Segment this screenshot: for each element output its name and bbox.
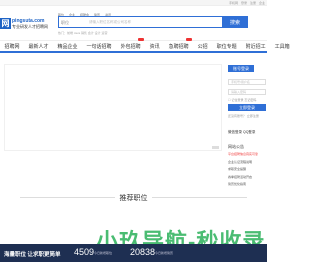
stat-jobs-label: 今日新增职位: [94, 251, 113, 255]
hot-keywords[interactable]: 热门：前端 Java 销售 会计 设计 运营: [58, 31, 238, 35]
social-login[interactable]: 微信登录 QQ登录: [228, 130, 255, 135]
top-bar: 手机网 登录 注册 企业: [0, 0, 267, 6]
notice-title: 网站公告: [228, 144, 244, 149]
notice-item[interactable]: 企业认证流程说明: [228, 159, 268, 167]
login-tab[interactable]: 账号登录: [228, 65, 254, 72]
nav-item-public[interactable]: 公招: [193, 43, 212, 50]
nav-item-companies[interactable]: 精品企业: [53, 43, 82, 50]
search-input[interactable]: 请输入职位名称或公司名称: [89, 20, 189, 25]
logo-slogan: 专业研发人才招聘网: [12, 23, 48, 29]
section-title: 推荐职位: [119, 195, 148, 202]
stat-resumes-label: 今日新增简历: [155, 251, 174, 255]
top-links: 手机网 登录 注册 企业: [229, 0, 265, 6]
divider-right: [152, 197, 247, 198]
nav-item-talent[interactable]: 最新人才: [24, 43, 53, 50]
username-field[interactable]: 手机号/用户名: [228, 79, 266, 85]
logo-mark: 网: [0, 17, 11, 29]
register-link[interactable]: 还没有账号？ 立即注册: [228, 114, 259, 118]
site-logo[interactable]: 网 pingsuta.com 专业研发人才招聘网: [0, 14, 52, 32]
stats-label: 海量职位 让求职更简单: [4, 252, 61, 258]
nav-item-nearby[interactable]: 附近招工: [241, 43, 270, 50]
password-field[interactable]: 请输入密码: [228, 89, 266, 95]
stat-jobs-count: 4509: [74, 247, 95, 257]
top-link-login[interactable]: 登录: [241, 0, 247, 6]
notice-item[interactable]: 求职安全提醒: [228, 166, 268, 174]
login-button[interactable]: 立即登录: [228, 104, 266, 111]
top-link-register[interactable]: 注册: [250, 0, 256, 6]
banner-slider[interactable]: [4, 64, 222, 151]
top-link-company[interactable]: 企业: [259, 0, 265, 6]
stat-resumes-count: 20838: [130, 247, 156, 257]
nav-item-topics[interactable]: 职位专题: [212, 43, 241, 50]
nav-item-quick-hire[interactable]: 一句话招聘: [82, 43, 116, 50]
remember-options[interactable]: ☐ 记住登录 忘记密码: [228, 98, 256, 102]
slider-pager[interactable]: [212, 146, 219, 149]
new-badge: [138, 37, 145, 41]
notice-item[interactable]: 简历优化指南: [228, 181, 268, 189]
nav-item-outsource[interactable]: 外包招聘: [116, 37, 145, 50]
nav-item-home[interactable]: 招聘网: [0, 43, 24, 50]
notice-item[interactable]: 平台招聘信息真实可靠: [228, 151, 268, 159]
search-box[interactable]: 职位 请输入职位名称或公司名称: [58, 16, 248, 28]
nav-item-urgent[interactable]: 急聘招聘: [164, 37, 193, 50]
notice-list: 平台招聘信息真实可靠 企业认证流程说明 求职安全提醒 春季招聘活动开启 简历优化…: [228, 151, 268, 189]
stats-bar: 海量职位 让求职更简单 4509 今日新增职位 20838 今日新增简历: [0, 244, 267, 262]
top-link-mobile[interactable]: 手机网: [229, 0, 238, 6]
nav-item-tools[interactable]: 工具箱: [270, 43, 294, 50]
search-category-select[interactable]: 职位: [61, 20, 69, 26]
main-nav: 招聘网 最新人才 精品企业 一句话招聘 外包招聘 资讯 急聘招聘 公招 职位专题…: [0, 37, 290, 53]
search-button[interactable]: 搜索: [222, 16, 248, 28]
nav-item-news[interactable]: 资讯: [145, 43, 164, 50]
notice-item[interactable]: 春季招聘活动开启: [228, 174, 268, 182]
hot-badge: [186, 37, 193, 41]
